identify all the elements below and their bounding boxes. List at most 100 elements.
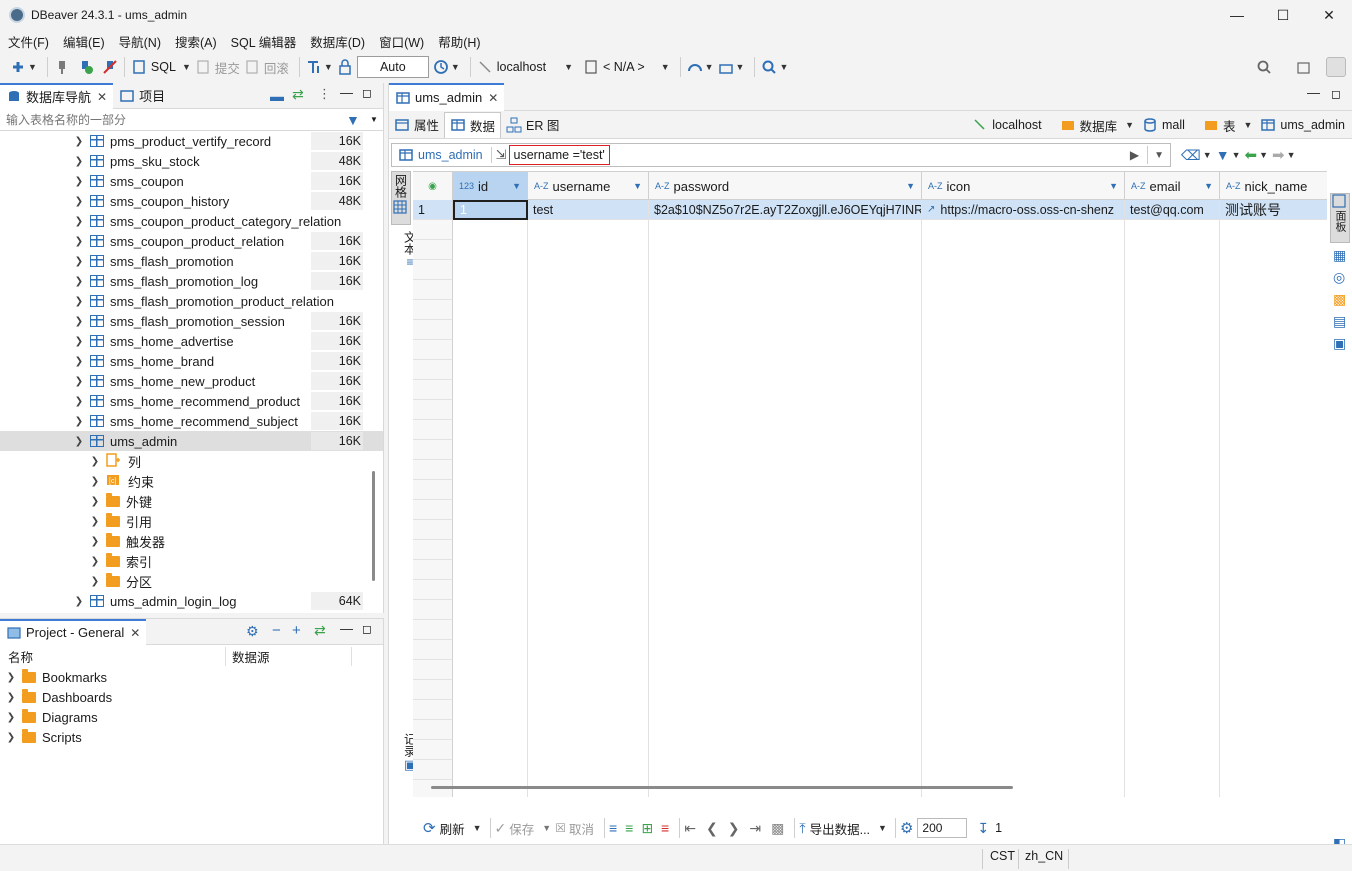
tab-project-general[interactable]: Project - General ✕ (0, 618, 147, 645)
cell-id[interactable]: 1 (453, 200, 528, 220)
column-datasource[interactable]: 数据源 (226, 646, 352, 666)
chevron-right-icon[interactable]: ❯ (72, 416, 86, 427)
minimize-panel-icon[interactable]: — (340, 85, 353, 100)
tree-item[interactable]: ❯ ums_admin_login_log 64K (0, 591, 383, 611)
breadcrumb-database[interactable]: mall (1162, 118, 1185, 132)
chevron-right-icon[interactable]: ❯ (72, 276, 86, 287)
chevron-right-icon[interactable]: ❯ (4, 692, 18, 703)
sort-icon[interactable]: ▼ (1109, 181, 1118, 191)
commit-mode-field[interactable]: Auto (356, 56, 429, 78)
subtab-properties[interactable]: 属性 (389, 112, 444, 138)
refresh-button[interactable]: ⟳ 刷新 (423, 819, 465, 838)
filter-icon[interactable]: ▼ (1216, 147, 1230, 163)
rollback-button[interactable]: 回滚 (264, 58, 289, 77)
sort-icon[interactable]: ▼ (512, 181, 521, 191)
sort-icon[interactable]: ▼ (906, 181, 915, 191)
filter-history-dropdown-icon[interactable]: ▼ (1154, 150, 1164, 161)
dashboard-dropdown-icon[interactable]: ▼ (705, 62, 714, 72)
first-page-icon[interactable]: ⇤ (684, 820, 696, 837)
column-header-nick-name[interactable]: A-Z nick_name (1220, 172, 1327, 200)
search-icon[interactable] (761, 59, 777, 75)
delete-row-icon[interactable]: ≡ (661, 820, 669, 836)
open-perspective-icon[interactable] (1296, 59, 1312, 75)
row-number[interactable]: 1 (413, 200, 453, 220)
column-header-icon[interactable]: A-Z icon ▼ (922, 172, 1125, 200)
table-filter-input[interactable] (0, 112, 334, 127)
aggregate-panel-icon[interactable]: ▩ (1333, 291, 1346, 308)
cell-email[interactable]: test@qq.com (1125, 200, 1220, 220)
column-name[interactable]: 名称 (0, 646, 226, 666)
tree-child-references[interactable]: ❯ 引用 (0, 511, 383, 531)
back-arrow-icon[interactable]: ⬅ (1245, 146, 1258, 164)
chevron-right-icon[interactable]: ❯ (72, 596, 86, 607)
grid-horizontal-scrollbar[interactable] (431, 786, 1013, 789)
tree-item[interactable]: ❯ pms_product_vertify_record 16K (0, 131, 383, 151)
commit-button[interactable]: 提交 (215, 58, 240, 77)
view-menu-icon[interactable]: ⋮ (318, 86, 331, 102)
tree-item[interactable]: ❯ sms_flash_promotion_log 16K (0, 271, 383, 291)
disconnect-icon[interactable] (102, 59, 118, 75)
expand-icon[interactable]: + (292, 622, 301, 639)
next-page-icon[interactable]: ❯ (728, 820, 740, 837)
expand-filter-icon[interactable]: ⇲ (496, 147, 507, 163)
cell-nick-name[interactable]: 测试账号 (1220, 200, 1327, 220)
column-header-password[interactable]: A-Z password ▼ (649, 172, 922, 200)
tree-child-constraints[interactable]: ❯ [c] 约束 (0, 471, 383, 491)
chevron-right-icon[interactable]: ❯ (72, 336, 86, 347)
cell-icon[interactable]: ↗ https://macro-oss.oss-cn-shenz (922, 200, 1125, 220)
active-schema-label[interactable]: < N/A > (603, 60, 645, 74)
minimize-button[interactable]: — (1214, 0, 1260, 30)
navigator-scrollbar[interactable] (372, 471, 375, 581)
transaction-dropdown-icon[interactable]: ▼ (324, 62, 333, 72)
tree-item[interactable]: ❯ sms_flash_promotion_session 16K (0, 311, 383, 331)
column-header-id[interactable]: 123 id ▼ (453, 172, 528, 200)
chevron-right-icon[interactable]: ❯ (72, 376, 86, 387)
tree-item[interactable]: ❯ sms_home_recommend_product 16K (0, 391, 383, 411)
menu-database[interactable]: 数据库(D) (310, 32, 365, 51)
table-dropdown-icon[interactable]: ▼ (1243, 120, 1252, 130)
filter-icon[interactable]: ▼ (346, 112, 360, 128)
schema-dropdown-icon[interactable]: ▼ (661, 62, 670, 72)
fetch-size-input[interactable]: 200 (917, 818, 968, 838)
menu-navigate[interactable]: 导航(N) (119, 32, 161, 51)
maximize-panel-icon[interactable]: ◻ (362, 86, 372, 100)
lock-icon[interactable] (337, 59, 353, 75)
tab-projects[interactable]: 项目 (113, 83, 171, 109)
connect-icon[interactable] (54, 59, 70, 75)
chevron-right-icon[interactable]: ❯ (88, 496, 102, 507)
forward-dropdown-icon[interactable]: ▼ (1287, 150, 1296, 160)
save-button[interactable]: ✓ 保存 (495, 819, 535, 838)
breadcrumb-table-label[interactable]: 表 (1223, 116, 1236, 135)
chevron-right-icon[interactable]: ❯ (88, 576, 102, 587)
tree-child-partitions[interactable]: ❯ 分区 (0, 571, 383, 591)
project-item-scripts[interactable]: ❯ Scripts (0, 727, 383, 747)
references-panel-icon[interactable]: ▤ (1333, 313, 1346, 330)
chevron-down-icon[interactable]: ❯ (72, 436, 86, 447)
filter-settings-dropdown-icon[interactable]: ▼ (1232, 150, 1241, 160)
gear-icon[interactable]: ⚙ (246, 623, 259, 640)
connection-dropdown-icon[interactable]: ▼ (564, 62, 573, 72)
breadcrumb-database-label[interactable]: 数据库 (1080, 116, 1118, 135)
menu-sql-editor[interactable]: SQL 编辑器 (231, 32, 297, 51)
breadcrumb-table[interactable]: ums_admin (1280, 118, 1345, 132)
sql-editor-icon[interactable] (131, 59, 147, 75)
tools-dropdown-icon[interactable]: ▼ (736, 62, 745, 72)
chevron-right-icon[interactable]: ❯ (72, 236, 86, 247)
chevron-right-icon[interactable]: ❯ (72, 196, 86, 207)
maximize-editor-icon[interactable]: ◻ (1331, 87, 1341, 101)
chevron-right-icon[interactable]: ❯ (72, 356, 86, 367)
chevron-right-icon[interactable]: ❯ (72, 136, 86, 147)
sort-icon[interactable]: ▼ (1204, 181, 1213, 191)
database-dropdown-icon[interactable]: ▼ (1125, 120, 1134, 130)
minimize-project-icon[interactable]: — (340, 621, 353, 636)
chevron-right-icon[interactable]: ❯ (72, 396, 86, 407)
filter-input[interactable]: username ='test' (508, 145, 610, 165)
maximize-project-icon[interactable]: ◻ (362, 622, 372, 636)
chevron-right-icon[interactable]: ❯ (88, 476, 102, 487)
dashboard-icon[interactable] (687, 59, 703, 75)
tab-ums-admin[interactable]: ums_admin ✕ (389, 82, 505, 111)
search-dropdown-icon[interactable]: ▼ (779, 62, 788, 72)
sort-icon[interactable]: ▼ (633, 181, 642, 191)
collapse-icon[interactable]: − (272, 622, 281, 639)
cell-password[interactable]: $2a$10$NZ5o7r2E.ayT2Zoxgjll.eJ6OEYqjH7IN… (649, 200, 922, 220)
